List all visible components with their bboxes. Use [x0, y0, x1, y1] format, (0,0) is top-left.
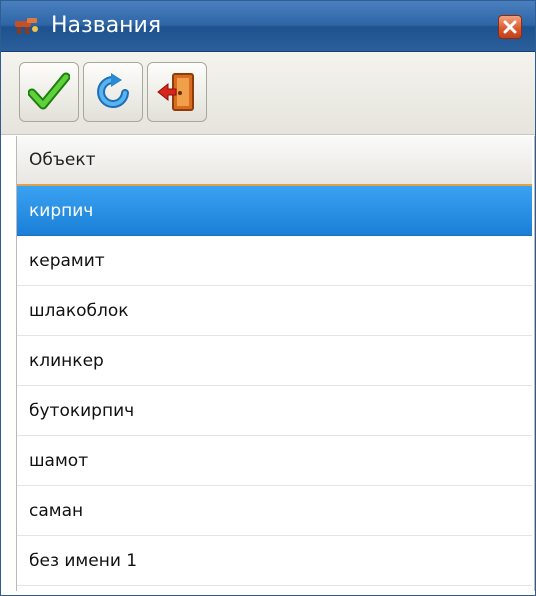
close-icon: [503, 20, 517, 34]
tools-icon: [13, 13, 41, 37]
names-dialog: Названия Объект кирпич керамит шлакоблок…: [0, 0, 536, 596]
list-item[interactable]: без имени 1: [17, 536, 532, 586]
toolbar: [1, 52, 535, 135]
list-item[interactable]: клинкер: [17, 336, 532, 386]
objects-list: Объект кирпич керамит шлакоблок клинкер …: [16, 136, 535, 591]
list-rows: кирпич керамит шлакоблок клинкер бутокир…: [17, 186, 532, 586]
list-item[interactable]: шамот: [17, 436, 532, 486]
refresh-button[interactable]: [83, 62, 143, 122]
apply-button[interactable]: [19, 62, 79, 122]
close-button[interactable]: [498, 15, 522, 39]
list-item[interactable]: саман: [17, 486, 532, 536]
title-bar[interactable]: Названия: [1, 1, 535, 52]
list-item[interactable]: шлакоблок: [17, 286, 532, 336]
column-header-object[interactable]: Объект: [17, 136, 532, 186]
list-item[interactable]: кирпич: [17, 186, 532, 236]
exit-door-icon: [157, 73, 194, 111]
column-header-label: Объект: [29, 150, 96, 170]
window-title: Названия: [51, 13, 162, 38]
list-item[interactable]: керамит: [17, 236, 532, 286]
refresh-icon: [97, 73, 129, 108]
list-item[interactable]: бутокирпич: [17, 386, 532, 436]
checkmark-icon: [28, 72, 70, 110]
exit-button[interactable]: [147, 62, 207, 122]
